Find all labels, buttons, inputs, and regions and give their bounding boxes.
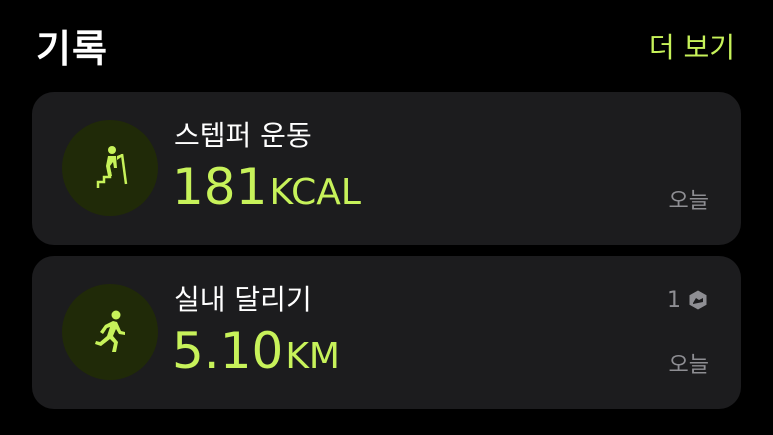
metric-value: 181 <box>172 158 268 216</box>
workout-name: 실내 달리기 <box>174 283 312 316</box>
record-card-stepper[interactable]: 스텝퍼 운동 181KCAL 오늘 <box>32 92 741 245</box>
workout-icon-circle <box>62 284 158 380</box>
date-label: 오늘 <box>668 189 709 214</box>
badge-count: 1 <box>667 287 681 313</box>
see-more-link[interactable]: 더 보기 <box>649 26 735 66</box>
workout-name: 스텝퍼 운동 <box>174 119 312 152</box>
record-card-indoor-run[interactable]: 실내 달리기 5.10KM 1 오늘 <box>32 256 741 409</box>
metric-value: 5.10 <box>172 322 284 380</box>
running-icon <box>95 310 125 352</box>
shoe-badge-icon <box>689 290 707 310</box>
records-header: 기록 더 보기 <box>0 0 773 80</box>
date-label: 오늘 <box>668 353 709 378</box>
page-title: 기록 <box>36 27 108 71</box>
metric-unit: KCAL <box>269 172 361 213</box>
shoe-badge: 1 <box>667 286 709 314</box>
workout-metric: 5.10KM <box>172 322 340 380</box>
stair-stepper-icon <box>96 146 128 188</box>
workout-metric: 181KCAL <box>172 158 361 216</box>
metric-unit: KM <box>285 336 340 377</box>
workout-icon-circle <box>62 120 158 216</box>
